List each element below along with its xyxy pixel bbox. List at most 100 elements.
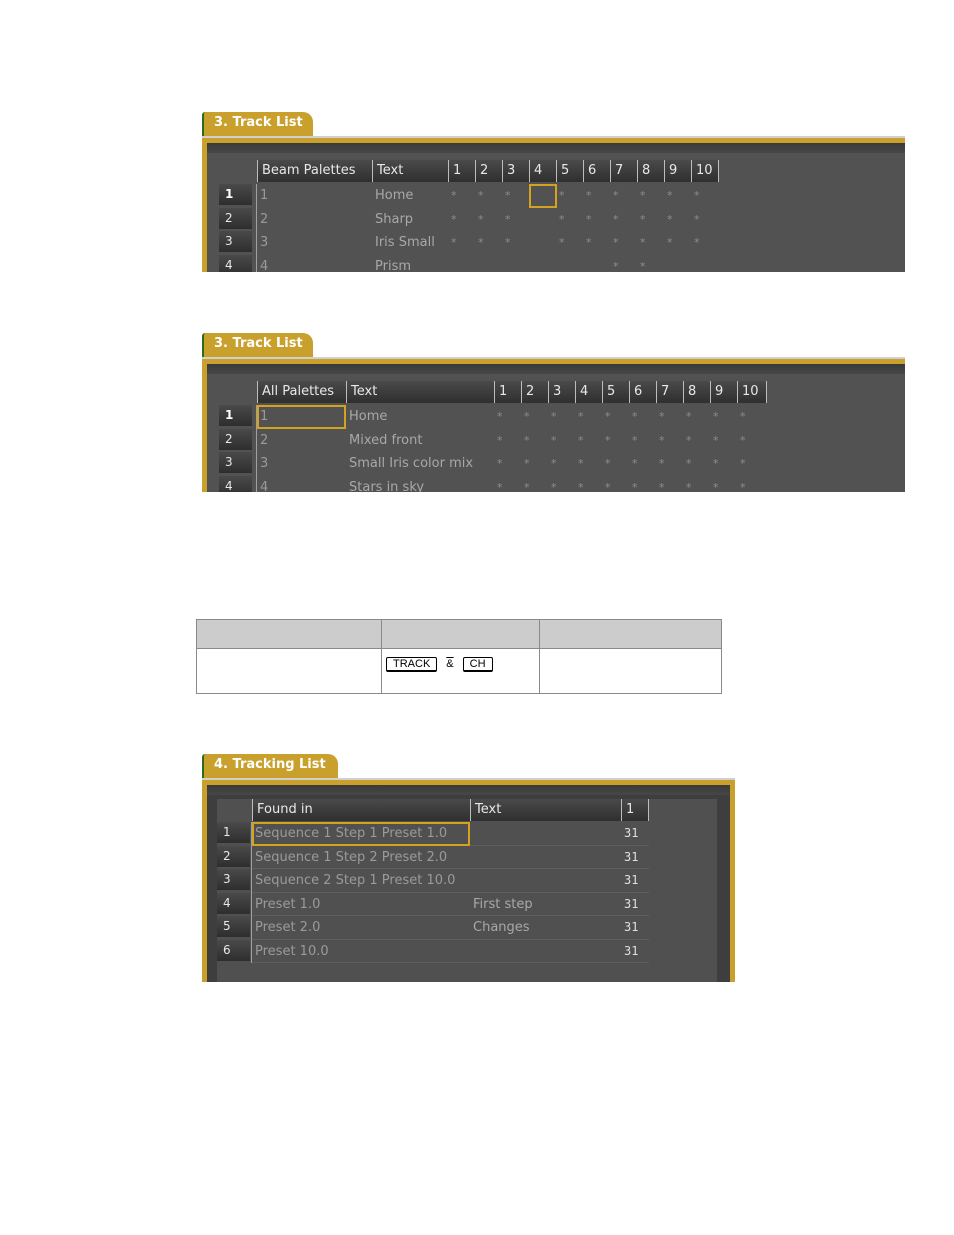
tracked-marker: *	[686, 410, 692, 423]
column-header[interactable]: 4	[529, 160, 556, 182]
found-in[interactable]: Sequence 1 Step 2 Preset 2.0	[252, 846, 447, 869]
column-header[interactable]: 5	[602, 381, 629, 403]
palette-text[interactable]: Sharp	[372, 208, 413, 231]
column-header[interactable]: 4	[575, 381, 602, 403]
column-header[interactable]: All Palettes	[257, 381, 346, 403]
palette-id[interactable]: 4	[257, 476, 346, 493]
palette-id[interactable]: 3	[257, 231, 372, 254]
column-header[interactable]: 8	[637, 160, 664, 182]
palette-text[interactable]: Home	[346, 405, 387, 428]
column-header[interactable]: 9	[664, 160, 691, 182]
column-header[interactable]: 7	[610, 160, 637, 182]
found-in[interactable]: Sequence 2 Step 1 Preset 10.0	[252, 869, 455, 892]
row-number[interactable]: 4	[219, 475, 252, 492]
tracked-marker: *	[613, 259, 619, 273]
row-number[interactable]: 1	[219, 184, 252, 205]
palette-id[interactable]: 1	[257, 184, 372, 207]
row-number[interactable]: 3	[217, 869, 250, 890]
column-header[interactable]: Found in	[252, 799, 470, 821]
selected-cell[interactable]	[529, 184, 557, 208]
track-key[interactable]: TRACK	[386, 657, 438, 672]
entry-text[interactable]	[470, 846, 473, 869]
ch-key[interactable]: CH	[462, 657, 493, 672]
column-header[interactable]: 3	[502, 160, 529, 182]
entry-text[interactable]: First step	[470, 893, 533, 916]
tracked-value[interactable]: 31	[621, 940, 638, 963]
row-number[interactable]: 4	[219, 254, 252, 272]
tracked-value[interactable]: 31	[621, 846, 638, 869]
found-in[interactable]: Preset 1.0	[252, 893, 320, 916]
row-number[interactable]: 1	[219, 405, 252, 426]
palette-text[interactable]: Home	[372, 184, 413, 207]
tracked-marker: *	[640, 236, 646, 249]
palette-text[interactable]: Prism	[372, 255, 411, 273]
column-header[interactable]: 3	[548, 381, 575, 403]
tracked-marker: *	[613, 236, 619, 249]
row-number[interactable]: 3	[219, 452, 252, 473]
tracked-marker: *	[605, 410, 611, 423]
palette-id[interactable]: 3	[257, 452, 346, 475]
column-header[interactable]: 9	[710, 381, 737, 403]
row-number[interactable]: 5	[217, 916, 250, 937]
tab-track-list[interactable]: 3. Track List	[202, 333, 313, 357]
tracked-value[interactable]: 31	[621, 893, 638, 916]
entry-text[interactable]	[470, 869, 473, 892]
palette-id[interactable]: 4	[257, 255, 372, 273]
column-header[interactable]: 10	[691, 160, 719, 182]
palette-text[interactable]: Iris Small	[372, 231, 435, 254]
header-cell	[539, 619, 722, 649]
tracked-marker: *	[578, 457, 584, 470]
row-number[interactable]: 1	[217, 822, 250, 843]
entry-text[interactable]: Changes	[470, 916, 530, 939]
palette-text[interactable]: Mixed front	[346, 429, 422, 452]
column-header[interactable]: 8	[683, 381, 710, 403]
tracked-value[interactable]: 31	[621, 916, 638, 939]
palette-text[interactable]: Stars in sky	[346, 476, 424, 493]
found-in[interactable]: Preset 10.0	[252, 940, 329, 963]
column-header[interactable]: 1	[494, 381, 521, 403]
tracked-marker: *	[586, 212, 592, 226]
tab-track-list[interactable]: 3. Track List	[202, 112, 313, 136]
column-header[interactable]: Text	[470, 799, 621, 821]
column-header[interactable]: 10	[737, 381, 767, 403]
tab-tracking-list[interactable]: 4. Tracking List	[202, 754, 338, 778]
column-header[interactable]: 2	[475, 160, 502, 182]
row-number[interactable]: 2	[219, 428, 252, 450]
column-header[interactable]: 1	[621, 799, 649, 821]
row-number[interactable]: 6	[217, 939, 250, 961]
tracked-marker: *	[586, 236, 592, 249]
selected-cell[interactable]	[252, 822, 470, 846]
panel-top-band	[207, 143, 905, 153]
tracked-value[interactable]: 31	[621, 869, 638, 892]
row-number[interactable]: 3	[219, 231, 252, 252]
tracked-marker: *	[578, 433, 584, 447]
row-divider	[256, 184, 257, 272]
column-header[interactable]: Beam Palettes	[257, 160, 372, 182]
entry-text[interactable]	[470, 940, 473, 963]
tracked-marker: *	[578, 480, 584, 493]
column-header[interactable]: 7	[656, 381, 683, 403]
palette-id[interactable]: 2	[257, 429, 346, 452]
selected-cell[interactable]	[257, 405, 346, 429]
entry-text[interactable]	[470, 822, 473, 845]
column-header[interactable]: 5	[556, 160, 583, 182]
tracked-value[interactable]: 31	[621, 822, 638, 845]
column-header[interactable]: 6	[583, 160, 610, 182]
palette-text[interactable]: Small Iris color mix	[346, 452, 473, 475]
row-number[interactable]: 2	[217, 845, 250, 867]
row-number[interactable]: 4	[217, 892, 250, 914]
found-in[interactable]: Preset 2.0	[252, 916, 320, 939]
row-number[interactable]: 2	[219, 207, 252, 229]
column-header[interactable]: Text	[372, 160, 448, 182]
palette-id[interactable]: 2	[257, 208, 372, 231]
tracked-marker: *	[740, 480, 746, 493]
panel-body: Beam Palettes Text 1 2 3 4 5 6 7 8 9 10 1 1 Home * * * * * *…	[207, 143, 905, 272]
tracked-marker: *	[686, 480, 692, 493]
column-header[interactable]: Text	[346, 381, 494, 403]
column-header[interactable]: 2	[521, 381, 548, 403]
tracked-marker: *	[505, 236, 511, 249]
column-header[interactable]: 1	[448, 160, 475, 182]
tracked-marker: *	[524, 410, 530, 423]
column-header[interactable]: 6	[629, 381, 656, 403]
tracked-marker: *	[605, 433, 611, 447]
